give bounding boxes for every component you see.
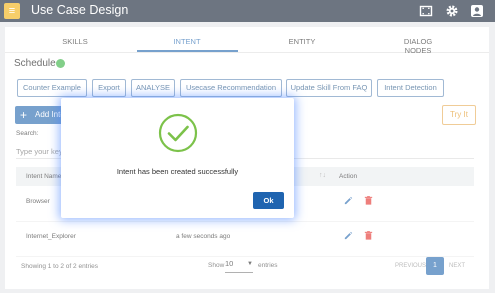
success-dialog: Intent has been created successfully Ok bbox=[61, 98, 294, 218]
check-circle-icon bbox=[158, 113, 198, 153]
ok-button[interactable]: Ok bbox=[253, 192, 284, 209]
success-message: Intent has been created successfully bbox=[116, 167, 239, 176]
